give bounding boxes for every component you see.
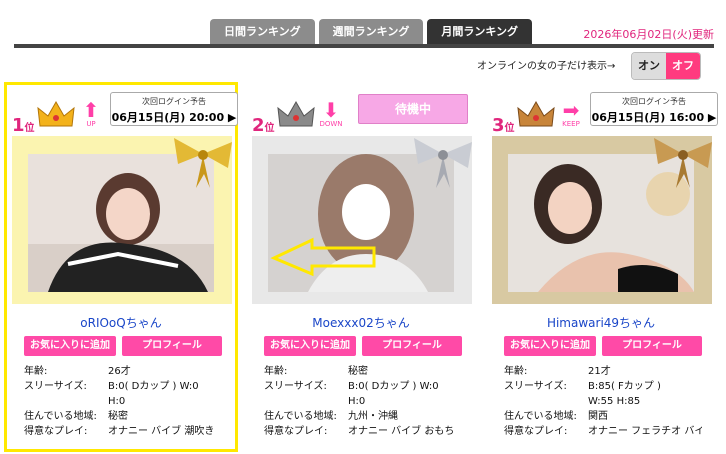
- member-info: 年齢: 秘密 スリーサイズ: B:0( Dカップ ) W:0 H:0 住んでいる地域…: [264, 366, 455, 437]
- ranking-card: 2位 ⬇ DOWN 待機中 Moexxx02ちゃん お気に入りに追加 プロフィール…: [246, 84, 476, 450]
- silver-ribbon-icon: [414, 138, 472, 188]
- tab-divider: [14, 44, 714, 48]
- profile-button[interactable]: プロフィール: [362, 336, 462, 356]
- add-favorite-button[interactable]: お気に入りに追加: [504, 336, 596, 356]
- trend-up-icon: ⬆ UP: [82, 98, 100, 128]
- gold-crown-icon: [37, 100, 75, 127]
- next-login-notice: 次回ログイン予告 06月15日(月) 16:00 ▶: [590, 92, 718, 126]
- rank-badge: 3位 ➡ KEEP: [492, 94, 592, 138]
- ranking-card: 1位 ⬆ UP 次回ログイン予告 06月15日(月) 20:00 ▶ oRIOoQ…: [4, 82, 238, 452]
- add-favorite-button[interactable]: お気に入りに追加: [24, 336, 116, 356]
- rank-badge: 2位 ⬇ DOWN: [252, 94, 352, 138]
- add-favorite-button[interactable]: お気に入りに追加: [264, 336, 356, 356]
- tab-monthly[interactable]: 月間ランキング: [427, 19, 533, 44]
- online-filter-label: オンラインの女の子だけ表示→: [477, 61, 616, 72]
- gold-ribbon-icon: [174, 138, 232, 188]
- member-name[interactable]: oRIOoQちゃん: [6, 314, 236, 331]
- toggle-on[interactable]: オン: [632, 53, 666, 79]
- member-name[interactable]: Moexxx02ちゃん: [246, 314, 476, 331]
- member-name[interactable]: Himawari49ちゃん: [486, 314, 716, 331]
- online-toggle[interactable]: オン オフ: [631, 52, 701, 80]
- trend-down-icon: ⬇ DOWN: [319, 98, 343, 128]
- profile-button[interactable]: プロフィール: [602, 336, 702, 356]
- profile-button[interactable]: プロフィール: [122, 336, 222, 356]
- member-info: 年齢: 26才 スリーサイズ: B:0( Dカップ ) W:0 H:0 住んでいる地…: [24, 366, 215, 437]
- tab-daily[interactable]: 日間ランキング: [210, 19, 315, 44]
- tab-weekly[interactable]: 週間ランキング: [318, 19, 424, 44]
- ranking-card: 3位 ➡ KEEP 次回ログイン予告 06月15日(月) 16:00 ▶ Hima…: [486, 84, 718, 450]
- rank-number: 3位: [492, 115, 515, 136]
- rank-number: 1位: [12, 115, 35, 136]
- bronze-crown-icon: [517, 100, 555, 127]
- bronze-ribbon-icon: [654, 138, 712, 188]
- trend-keep-icon: ➡ KEEP: [562, 98, 580, 128]
- toggle-off[interactable]: オフ: [666, 53, 700, 79]
- rank-number: 2位: [252, 115, 275, 136]
- waiting-badge: 待機中: [358, 94, 468, 124]
- silver-crown-icon: [277, 100, 315, 127]
- member-info: 年齢: 21才 スリーサイズ: B:85( Fカップ ) W:55 H:85 住んで…: [504, 366, 702, 437]
- updated-date: 2026年06月02日(火)更新: [583, 28, 714, 41]
- ranking-tabs: 日間ランキング 週間ランキング 月間ランキング: [210, 19, 533, 44]
- next-login-notice: 次回ログイン予告 06月15日(月) 20:00 ▶: [110, 92, 238, 126]
- rank-badge: 1位 ⬆ UP: [12, 94, 112, 138]
